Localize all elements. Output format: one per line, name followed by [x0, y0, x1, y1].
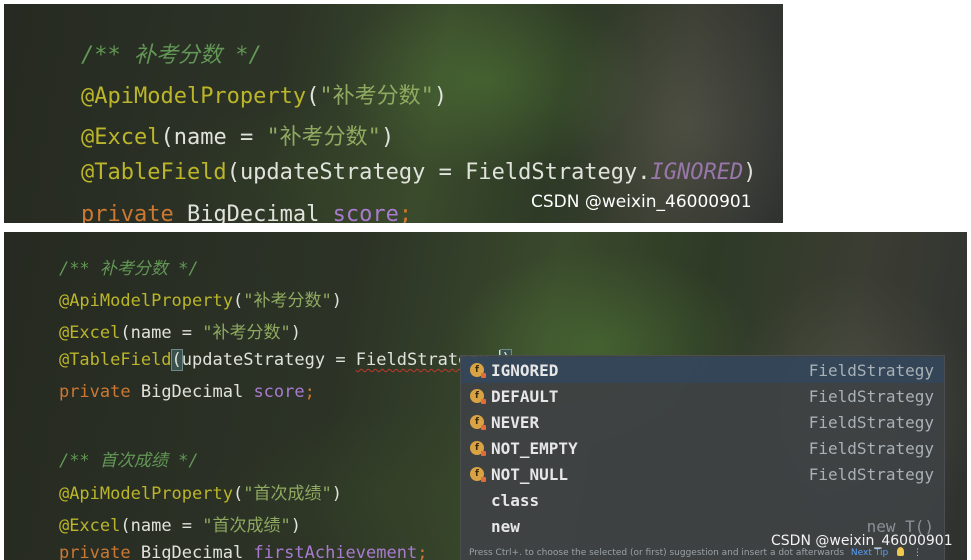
suggestion-name: new: [491, 516, 520, 536]
suggestion-name: DEFAULT: [491, 386, 559, 406]
type-name: BigDecimal: [130, 543, 254, 560]
keyword: private: [58, 382, 131, 402]
suggestion-name: class: [491, 490, 540, 510]
code-snippet-top: /** 补考分数 */ @ApiModelProperty("补考分数") @E…: [4, 4, 783, 223]
more-options-icon[interactable]: ⋮: [913, 548, 922, 558]
paren-close: ): [743, 160, 757, 185]
semicolon: ;: [304, 382, 315, 402]
enum-constant-icon: f: [470, 441, 486, 456]
field-name: score: [253, 382, 305, 402]
suggestion-type: FieldStrategy: [808, 360, 934, 380]
suggestion-ignored[interactable]: f IGNORED FieldStrategy: [461, 357, 944, 383]
keyword: private: [58, 543, 131, 560]
suggestion-default[interactable]: f DEFAULT FieldStrategy: [461, 383, 944, 409]
suggestion-not-null[interactable]: f NOT_NULL FieldStrategy: [461, 461, 944, 487]
suggestion-type: FieldStrategy: [808, 464, 934, 484]
suggestion-type: FieldStrategy: [808, 438, 934, 458]
enum-constant: IGNORED: [650, 160, 744, 185]
code-completion-popup[interactable]: f IGNORED FieldStrategy f DEFAULT FieldS…: [460, 355, 945, 560]
enum-constant-icon: f: [470, 363, 486, 378]
suggestion-type: FieldStrategy: [808, 386, 934, 406]
enum-constant-icon: f: [470, 389, 486, 404]
watermark: CSDN @weixin_46000901: [771, 533, 953, 549]
field-name: score: [332, 202, 399, 223]
paren-close: ): [331, 291, 342, 311]
suggestion-name: NOT_NULL: [491, 464, 569, 484]
semicolon: ;: [398, 202, 413, 223]
enum-constant-icon: f: [470, 415, 486, 430]
suggestion-name: IGNORED: [491, 360, 559, 380]
code-line-field-declaration: private BigDecimal score;: [18, 362, 315, 422]
type-name: BigDecimal: [130, 382, 254, 402]
suggestion-type: FieldStrategy: [808, 412, 934, 432]
suggestion-class[interactable]: class: [461, 487, 944, 513]
enum-constant-icon: f: [470, 467, 486, 482]
code-line-field-declaration: private BigDecimal firstAchievement;: [18, 523, 428, 560]
suggestion-not-empty[interactable]: f NOT_EMPTY FieldStrategy: [461, 435, 944, 461]
paren-close: ): [331, 484, 342, 504]
paren-close: ): [433, 84, 448, 109]
suggestion-name: NEVER: [491, 412, 540, 432]
type-name: BigDecimal: [173, 202, 333, 223]
suggestion-never[interactable]: f NEVER FieldStrategy: [461, 409, 944, 435]
semicolon: ;: [417, 543, 428, 560]
suggestion-name: NOT_EMPTY: [491, 438, 578, 458]
code-editor-bottom[interactable]: /** 补考分数 */ @ApiModelProperty("补考分数") @E…: [4, 232, 967, 560]
keyword: private: [80, 202, 174, 223]
field-name: firstAchievement: [253, 543, 418, 560]
code-line-field-declaration: private BigDecimal score;: [28, 177, 412, 223]
next-tip-link[interactable]: Next Tip: [851, 548, 888, 558]
watermark: CSDN @weixin_46000901: [531, 192, 752, 212]
hint-text: Press Ctrl+. to choose the selected (or …: [469, 548, 845, 558]
